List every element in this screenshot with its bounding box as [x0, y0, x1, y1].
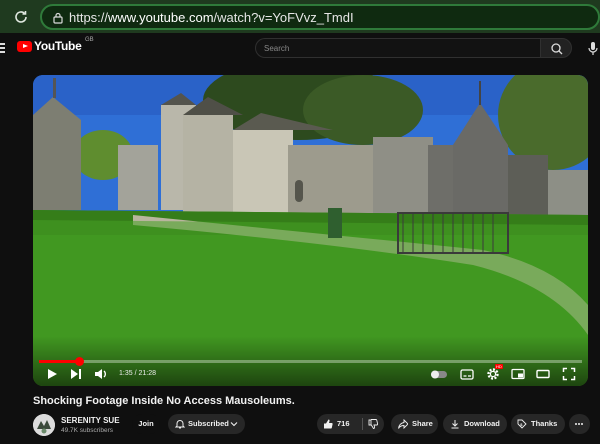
like-button[interactable]: 716 [317, 414, 362, 434]
search-button[interactable] [540, 38, 572, 58]
url-host: www.youtube.com [108, 10, 214, 25]
video-title: Shocking Footage Inside No Access Mausol… [33, 395, 295, 407]
youtube-logo-text: YouTube [34, 39, 82, 53]
channel-avatar[interactable] [33, 414, 55, 436]
url-path: /watch?v=YoFVvz_TmdI [213, 10, 354, 25]
country-code: GB [85, 37, 94, 43]
more-actions-button[interactable] [569, 414, 590, 434]
share-button[interactable]: Share [391, 414, 438, 434]
settings-button[interactable]: HD [486, 364, 503, 381]
more-options-icon [575, 423, 583, 425]
like-dislike-group: 716 [317, 414, 384, 434]
browser-toolbar: https://www.youtube.com/watch?v=YoFVvz_T… [0, 0, 600, 33]
time-display: 1:35 / 21:28 [119, 370, 156, 377]
progress-bar[interactable] [39, 357, 582, 366]
progress-played [39, 360, 80, 363]
download-button[interactable]: Download [443, 414, 507, 434]
like-count: 716 [337, 419, 350, 428]
youtube-play-logo-icon [17, 41, 32, 52]
video-player[interactable]: 1:35 / 21:28 HD [33, 75, 588, 386]
gear-icon [487, 368, 499, 380]
fullscreen-icon[interactable] [562, 367, 576, 381]
autoplay-toggle-icon[interactable] [430, 367, 448, 381]
share-label: Share [412, 419, 433, 428]
super-thanks-icon: $ [517, 419, 527, 429]
hamburger-menu-icon[interactable] [0, 43, 5, 53]
theater-mode-icon[interactable] [536, 367, 550, 381]
thumbs-down-icon [368, 419, 378, 429]
address-bar[interactable]: https://www.youtube.com/watch?v=YoFVvz_T… [40, 4, 600, 30]
dislike-button[interactable] [363, 414, 384, 434]
url-prefix: https:// [69, 10, 109, 25]
download-icon [451, 420, 459, 429]
hd-badge: HD [495, 364, 503, 369]
play-icon[interactable] [45, 367, 59, 381]
thanks-label: Thanks [531, 419, 558, 428]
site-info-icon[interactable] [52, 11, 64, 24]
subtitles-icon[interactable] [460, 367, 474, 381]
bell-icon [175, 420, 185, 429]
miniplayer-icon[interactable] [511, 367, 525, 381]
youtube-masthead: YouTube GB [0, 33, 600, 63]
join-label: Join [138, 419, 154, 428]
microphone-icon[interactable] [588, 42, 598, 55]
channel-avatar-image [33, 414, 55, 436]
thanks-button[interactable]: $ Thanks [511, 414, 565, 434]
reload-icon[interactable] [12, 8, 30, 26]
volume-icon[interactable] [94, 367, 108, 381]
url-text[interactable]: https://www.youtube.com/watch?v=YoFVvz_T… [69, 10, 354, 25]
search-icon [551, 43, 563, 55]
subscribed-button[interactable]: Subscribed [168, 414, 245, 434]
subscribed-label: Subscribed [188, 419, 229, 428]
thumbs-up-icon [324, 419, 333, 429]
download-label: Download [464, 419, 500, 428]
next-icon[interactable] [69, 367, 83, 381]
chevron-down-icon [230, 422, 238, 427]
search-input[interactable] [264, 42, 524, 55]
join-button[interactable]: Join [132, 414, 160, 434]
svg-text:$: $ [520, 422, 523, 427]
channel-name[interactable]: SERENITY SUE [61, 416, 120, 425]
subscriber-count: 49.7K subscribers [61, 427, 114, 434]
search-box [255, 38, 540, 58]
share-icon [398, 419, 408, 429]
